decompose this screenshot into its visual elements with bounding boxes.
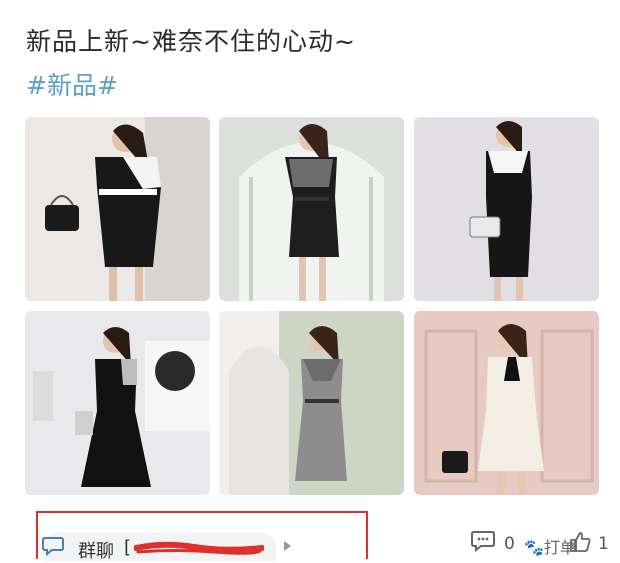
hashtag-link[interactable]: #新品# — [26, 66, 118, 102]
dress-photo-2[interactable] — [219, 117, 404, 301]
redaction-scribble — [134, 541, 264, 555]
dress-photo-3[interactable] — [414, 117, 599, 301]
post-actions: 0 🐾打单 1 — [460, 520, 620, 559]
post-title: 新品上新~难奈不住的心动~ — [26, 27, 356, 56]
like-count: 1 — [598, 534, 609, 554]
photo-grid — [25, 117, 599, 495]
dress-photo-1[interactable] — [25, 117, 210, 301]
chevron-right-icon — [284, 541, 291, 551]
dress-photo-4[interactable] — [25, 311, 210, 495]
group-chat-name: [ — [124, 537, 132, 558]
comment-count: 0 — [504, 534, 515, 554]
thumbs-up-icon[interactable] — [568, 530, 592, 554]
group-chat-label: 群聊 — [78, 541, 114, 562]
group-chat-link[interactable]: 群聊 [ — [36, 511, 368, 562]
dress-photo-5[interactable] — [219, 311, 404, 495]
comment-icon[interactable] — [470, 530, 496, 552]
dress-photo-6[interactable] — [414, 311, 599, 495]
chat-bubble-icon — [42, 537, 64, 556]
